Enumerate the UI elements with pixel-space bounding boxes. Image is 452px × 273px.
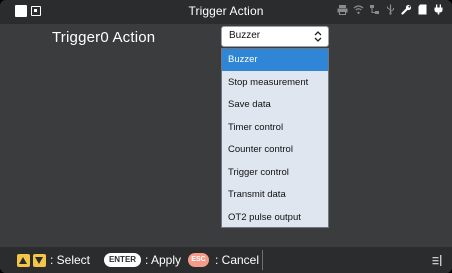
apply-hint: : Apply [145,253,182,267]
select-current-value: Buzzer [229,30,261,41]
footer-divider [262,250,263,270]
power-plug-icon [433,3,444,19]
trigger-action-dropdown: Buzzer Stop measurement Save data Timer … [221,48,329,228]
trigger-action-select[interactable]: Buzzer [221,26,329,47]
status-icons [337,3,444,19]
usb-icon [385,3,396,19]
dropdown-option-transmit-data[interactable]: Transmit data [222,184,328,206]
dropdown-option-trigger-control[interactable]: Trigger control [222,162,328,184]
enter-key-badge: ENTER [104,253,141,267]
dropdown-option-counter-control[interactable]: Counter control [222,139,328,161]
chevron-up-down-icon [314,31,322,42]
status-bar: Trigger Action [0,0,452,24]
dropdown-option-stop-measurement[interactable]: Stop measurement [222,72,328,94]
dropdown-option-ot2-pulse-output[interactable]: OT2 pulse output [222,207,328,229]
esc-key-badge: ESC [188,253,209,267]
tool-icon [401,3,412,19]
select-hint: : Select [50,253,91,267]
dropdown-option-buzzer[interactable]: Buzzer [222,49,328,71]
cancel-hint: : Cancel [215,253,260,267]
trigger-action-label: Trigger0 Action [52,29,156,46]
dropdown-option-timer-control[interactable]: Timer control [222,117,328,139]
printer-icon [337,3,348,19]
device-screen: Trigger Action Trigger0 Action Buzzer Bu… [0,0,452,273]
wifi-icon [353,3,364,19]
up-arrow-key-icon [17,254,30,267]
dropdown-option-save-data[interactable]: Save data [222,94,328,116]
down-arrow-key-icon [33,254,46,267]
menu-icon[interactable] [432,254,442,267]
network-icon [369,3,380,19]
sd-card-icon [417,3,428,19]
